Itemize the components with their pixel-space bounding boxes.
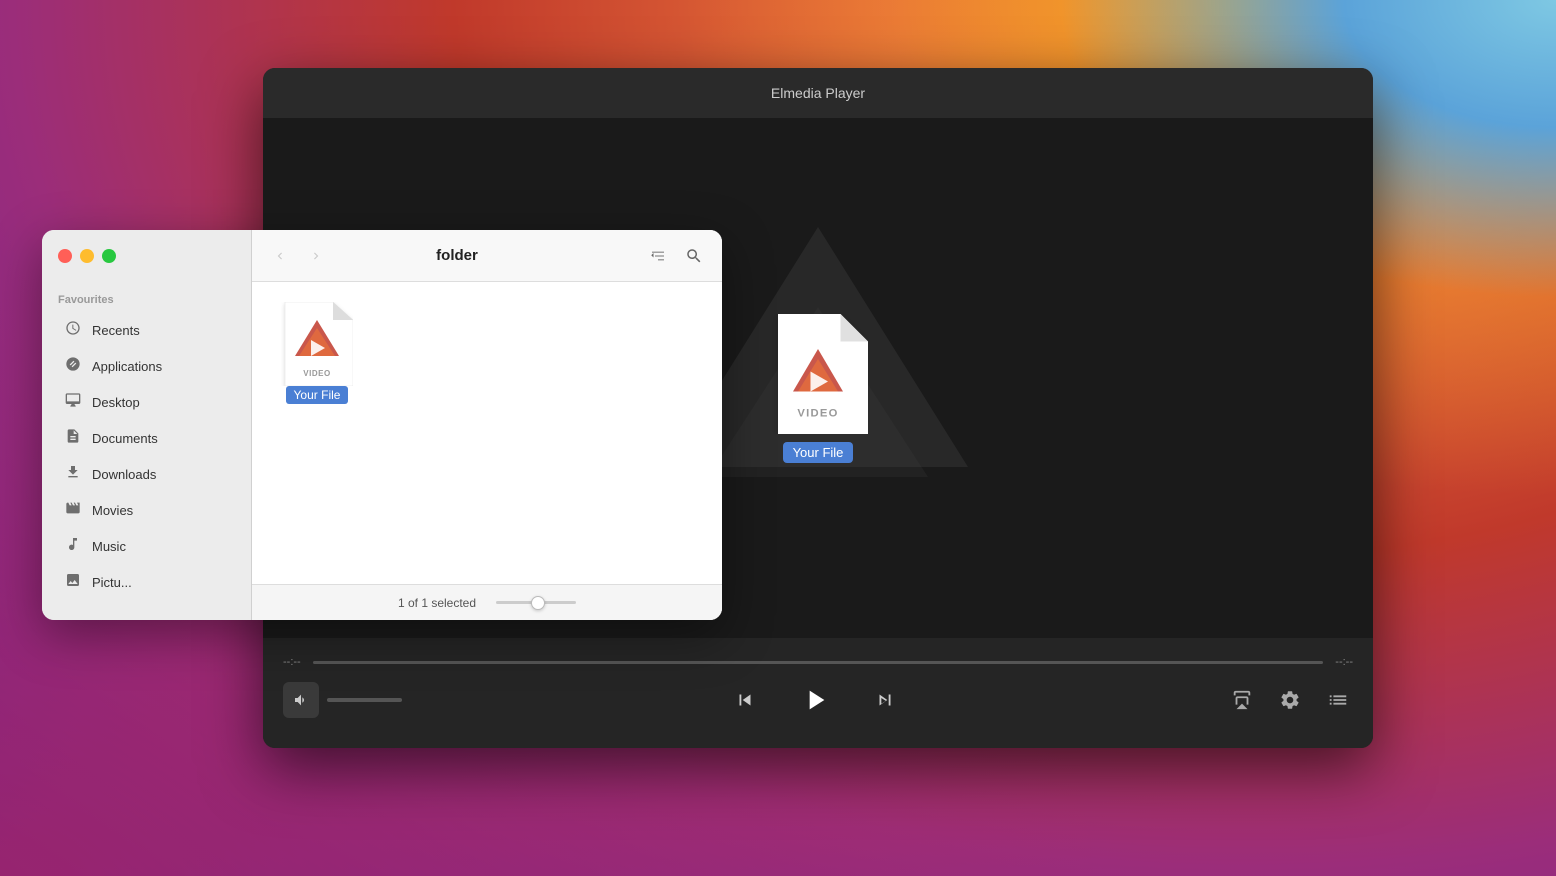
finder-toolbar: folder bbox=[252, 230, 722, 282]
sidebar-item-downloads[interactable]: Downloads bbox=[48, 457, 245, 491]
file-icon-graphic: VIDEO bbox=[281, 302, 353, 382]
sidebar-label-pictures: Pictu... bbox=[92, 575, 132, 590]
close-button[interactable] bbox=[58, 249, 72, 263]
file-item[interactable]: VIDEO Your File bbox=[272, 302, 362, 404]
file-name-label: Your File bbox=[286, 386, 349, 404]
settings-button[interactable] bbox=[1275, 685, 1305, 715]
finder-sidebar: Favourites Recents Applications bbox=[42, 230, 252, 620]
music-icon bbox=[64, 536, 82, 556]
controls-center bbox=[727, 678, 903, 722]
folder-name: folder bbox=[280, 247, 634, 264]
zoom-track[interactable] bbox=[496, 601, 576, 604]
sidebar-label-recents: Recents bbox=[92, 323, 140, 338]
sidebar-item-movies[interactable]: Movies bbox=[48, 493, 245, 527]
image-icon bbox=[64, 572, 82, 592]
volume-slider[interactable] bbox=[327, 698, 402, 702]
controls-left bbox=[283, 682, 402, 718]
sidebar-item-documents[interactable]: Documents bbox=[48, 421, 245, 455]
sidebar-label-applications: Applications bbox=[92, 359, 162, 374]
sidebar-item-desktop[interactable]: Desktop bbox=[48, 385, 245, 419]
time-current: --:-- bbox=[283, 656, 301, 668]
file-icon bbox=[64, 428, 82, 448]
search-button[interactable] bbox=[682, 244, 706, 268]
minimize-button[interactable] bbox=[80, 249, 94, 263]
maximize-button[interactable] bbox=[102, 249, 116, 263]
player-title: Elmedia Player bbox=[771, 85, 865, 101]
toolbar-right bbox=[646, 244, 706, 268]
film-icon bbox=[64, 500, 82, 520]
airplay-button[interactable] bbox=[1227, 685, 1257, 715]
progress-track[interactable] bbox=[313, 661, 1324, 664]
player-titlebar: Elmedia Player bbox=[263, 68, 1373, 118]
controls-row bbox=[283, 678, 1353, 732]
zoom-slider[interactable] bbox=[496, 601, 576, 604]
finder-statusbar: 1 of 1 selected bbox=[252, 584, 722, 620]
sidebar-item-applications[interactable]: Applications bbox=[48, 349, 245, 383]
rocket-icon bbox=[64, 356, 82, 376]
sidebar-label-desktop: Desktop bbox=[92, 395, 140, 410]
sidebar-label-music: Music bbox=[92, 539, 126, 554]
progress-area[interactable]: --:-- --:-- bbox=[283, 638, 1353, 678]
finder-window: Favourites Recents Applications bbox=[42, 230, 722, 620]
finder-content: VIDEO Your File bbox=[252, 282, 722, 584]
traffic-lights bbox=[58, 249, 116, 263]
playlist-button[interactable] bbox=[1323, 685, 1353, 715]
next-button[interactable] bbox=[867, 682, 903, 718]
sidebar-label-documents: Documents bbox=[92, 431, 158, 446]
player-file-icon-graphic: VIDEO bbox=[768, 314, 868, 434]
volume-button[interactable] bbox=[283, 682, 319, 718]
time-total: --:-- bbox=[1335, 656, 1353, 668]
player-controls: --:-- --:-- bbox=[263, 638, 1373, 748]
sidebar-label-movies: Movies bbox=[92, 503, 133, 518]
sidebar-item-pictures[interactable]: Pictu... bbox=[48, 565, 245, 599]
view-options-button[interactable] bbox=[646, 244, 670, 268]
svg-text:VIDEO: VIDEO bbox=[797, 407, 838, 419]
previous-button[interactable] bbox=[727, 682, 763, 718]
download-icon bbox=[64, 464, 82, 484]
zoom-thumb bbox=[531, 596, 545, 610]
sidebar-section-title: Favourites bbox=[42, 282, 251, 312]
svg-text:VIDEO: VIDEO bbox=[303, 369, 330, 378]
finder-main: folder bbox=[252, 230, 722, 620]
monitor-icon bbox=[64, 392, 82, 412]
sidebar-item-recents[interactable]: Recents bbox=[48, 313, 245, 347]
sidebar-label-downloads: Downloads bbox=[92, 467, 156, 482]
play-button[interactable] bbox=[793, 678, 837, 722]
player-file-icon: VIDEO Your File bbox=[768, 314, 868, 463]
clock-icon bbox=[64, 320, 82, 340]
selection-status: 1 of 1 selected bbox=[398, 596, 476, 610]
player-file-label: Your File bbox=[783, 442, 854, 463]
controls-right bbox=[1227, 685, 1353, 715]
finder-sidebar-header bbox=[42, 230, 251, 282]
sidebar-item-music[interactable]: Music bbox=[48, 529, 245, 563]
